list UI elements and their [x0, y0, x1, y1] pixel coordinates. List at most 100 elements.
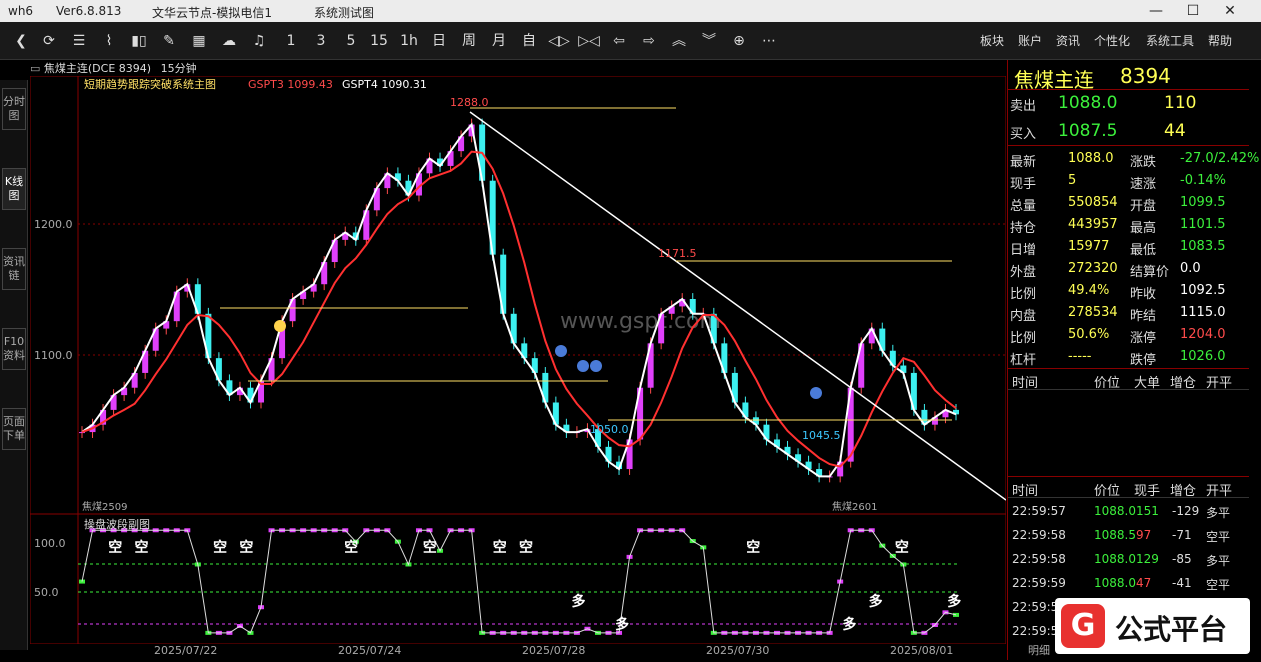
signal-short: 空: [108, 539, 122, 556]
list-icon[interactable]: ☰: [68, 30, 90, 52]
tick-cell: 多平: [1206, 506, 1231, 520]
quote-value: 1026.0: [1180, 349, 1226, 364]
menu-account[interactable]: 账户: [1018, 32, 1042, 49]
period-15[interactable]: 15: [368, 30, 390, 52]
refresh-icon[interactable]: ⟳: [38, 30, 60, 52]
tick-header: 时间 价位 现手 增仓 开平: [1008, 476, 1249, 499]
zoom-out-icon[interactable]: ▷◁: [578, 30, 600, 52]
hdr-big: 大单: [1134, 376, 1161, 391]
high-label: 1288.0: [450, 96, 489, 109]
candle-icon[interactable]: ▮▯: [128, 30, 150, 52]
quote-label: 内盘: [1010, 309, 1037, 324]
tick-cell: 空平: [1206, 578, 1231, 592]
quote-label: 杠杆: [1010, 353, 1037, 368]
hdr-price: 价位: [1094, 376, 1121, 391]
contract-name: 焦煤主连: [1014, 68, 1094, 92]
minimize-button[interactable]: —: [1138, 0, 1174, 22]
quote-title: 焦煤主连 8394: [1008, 62, 1249, 92]
more-icon[interactable]: ⋯: [758, 30, 780, 52]
signal-long: 多: [947, 593, 961, 610]
left-arrow-icon[interactable]: ⇦: [608, 30, 630, 52]
period-custom[interactable]: 自: [518, 30, 540, 52]
contract-left: 焦煤2509: [82, 500, 127, 513]
quote-value: -----: [1068, 349, 1092, 364]
maximize-button[interactable]: ☐: [1175, 0, 1211, 22]
quote-value: 1204.0: [1180, 327, 1226, 342]
buy-price: 1087.5: [1058, 121, 1118, 141]
menu-personalize[interactable]: 个性化: [1094, 32, 1130, 49]
grid-icon[interactable]: ▦: [188, 30, 210, 52]
tick-row: 22:59:58 1088.0 129 -85 多平: [1008, 548, 1249, 572]
quote-value: 1099.5: [1180, 195, 1226, 210]
quote-label: 总量: [1010, 199, 1037, 214]
quote-label: 持仓: [1010, 221, 1037, 236]
line-chart-icon[interactable]: ⌇: [98, 30, 120, 52]
main-chart[interactable]: www.gspt.com 1288.0 1050.0 1171.5 1045.5…: [30, 76, 1006, 514]
buy-volume: 44: [1164, 121, 1186, 141]
signal-short: 空: [493, 539, 507, 556]
tick-cell: -71: [1172, 528, 1192, 542]
quote-label: 跌停: [1130, 353, 1157, 368]
zoom-in-icon[interactable]: ◁▷: [548, 30, 570, 52]
quote-field-row: 比例 49.4% 昨收 1092.5: [1008, 280, 1249, 302]
tab-f10[interactable]: F10资料: [2, 328, 26, 370]
contract-right: 焦煤2601: [832, 500, 877, 513]
close-button[interactable]: ✕: [1212, 0, 1248, 22]
period-day[interactable]: 日: [428, 30, 450, 52]
tab-kline[interactable]: K线图: [2, 168, 26, 210]
menu-dash-icon[interactable]: ▭: [30, 62, 44, 75]
moon-icon: [810, 387, 822, 399]
tick-cell: 22:59:58: [1012, 528, 1066, 542]
up-chevron-icon[interactable]: ︽: [668, 30, 690, 52]
quote-label: 比例: [1010, 287, 1037, 302]
menu-sector[interactable]: 板块: [980, 32, 1004, 49]
menu-news[interactable]: 资讯: [1056, 32, 1080, 49]
tab-timeshare[interactable]: 分时图: [2, 88, 26, 130]
quote-label: 外盘: [1010, 265, 1037, 280]
period-1h[interactable]: 1h: [398, 30, 420, 52]
low2-label: 1045.5: [802, 429, 841, 442]
app-name: wh6: [8, 4, 34, 18]
quote-label: 最低: [1130, 243, 1157, 258]
indicator-name[interactable]: 短期趋势跟踪突破系统主图: [84, 77, 216, 91]
quote-value: 1115.0: [1180, 305, 1226, 320]
cloud-icon[interactable]: ☁: [218, 30, 240, 52]
tick-cell: 129: [1136, 552, 1159, 566]
quote-label: 比例: [1010, 331, 1037, 346]
period-5[interactable]: 5: [340, 30, 362, 52]
tab-order[interactable]: 页面下单: [2, 408, 26, 450]
tab-news[interactable]: 资讯链: [2, 248, 26, 290]
quote-value: 443957: [1068, 217, 1118, 232]
signal-long: 多: [571, 593, 585, 610]
crosshair-icon[interactable]: ⊕: [728, 30, 750, 52]
tick-row: 22:59:58 1088.5 97 -71 空平: [1008, 524, 1249, 548]
quote-field-row: 内盘 278534 昨结 1115.0: [1008, 302, 1249, 324]
period-3[interactable]: 3: [310, 30, 332, 52]
sub-indicator-name[interactable]: 操盘波段副图: [84, 517, 150, 531]
quote-label: 最新: [1010, 155, 1037, 170]
tick-cell: 1088.5: [1094, 528, 1136, 542]
sub-chart[interactable]: 空空空空空空空空多多空多多空多 100.0 50.0 操盘波段副图: [30, 514, 1006, 644]
logo-icon: G: [1061, 604, 1105, 648]
signal-short: 空: [895, 539, 909, 556]
tick-cell: 22:59:5: [1012, 600, 1059, 614]
bell-icon[interactable]: ♫: [248, 30, 270, 52]
tool-name: 系统测试图: [314, 6, 375, 20]
low1-label: 1050.0: [590, 423, 629, 436]
right-arrow-icon[interactable]: ⇨: [638, 30, 660, 52]
hdr2-price: 价位: [1094, 484, 1121, 499]
period-month[interactable]: 月: [488, 30, 510, 52]
back-icon[interactable]: ❮: [10, 30, 32, 52]
tick-cell: 22:59:5: [1012, 624, 1059, 638]
period-1[interactable]: 1: [280, 30, 302, 52]
sun-icon: [274, 320, 286, 332]
detail-tab[interactable]: 明细: [1028, 642, 1050, 658]
menu-tools[interactable]: 系统工具: [1146, 32, 1194, 49]
period-label[interactable]: 15分钟: [161, 62, 197, 75]
down-chevron-icon[interactable]: ︾: [698, 30, 720, 52]
draw-icon[interactable]: ✎: [158, 30, 180, 52]
period-week[interactable]: 周: [458, 30, 480, 52]
tick-cell: 22:59:57: [1012, 504, 1066, 518]
menu-help[interactable]: 帮助: [1208, 32, 1232, 49]
side-tabs: 分时图 K线图 资讯链 F10资料 页面下单: [0, 80, 28, 650]
